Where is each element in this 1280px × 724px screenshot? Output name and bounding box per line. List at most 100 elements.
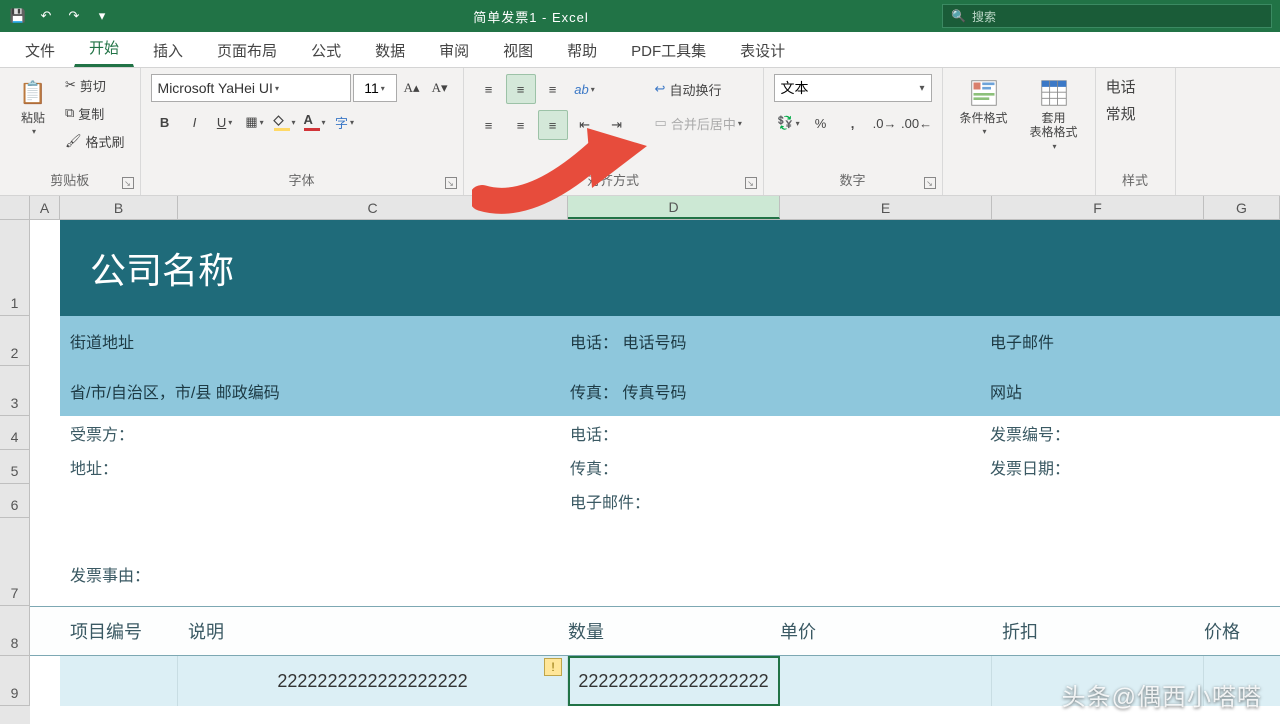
phonetic-button[interactable]: 字 — [331, 108, 359, 136]
tab-view[interactable]: 视图 — [488, 31, 548, 67]
col-D[interactable]: D — [568, 196, 780, 219]
copy-button[interactable]: ⧉复制 — [60, 100, 130, 126]
cell-billaddr[interactable]: 地址： — [60, 455, 570, 479]
merge-center-button[interactable]: ▭合并后居中 — [650, 108, 747, 138]
tab-data[interactable]: 数据 — [360, 31, 420, 67]
tab-file[interactable]: 文件 — [10, 31, 70, 67]
col-C[interactable]: C — [178, 196, 568, 219]
row-5[interactable]: 5 — [0, 450, 30, 484]
worksheet-grid[interactable]: 1 2 3 4 5 6 7 8 9 公司名称 街道地址 电话： 电话号码 电子邮… — [0, 220, 1280, 724]
col-B[interactable]: B — [60, 196, 178, 219]
accounting-format-button[interactable]: 💱 — [774, 108, 804, 138]
align-top-button[interactable]: ≡ — [474, 74, 504, 104]
bold-button[interactable]: B — [151, 108, 179, 136]
cell-tel[interactable]: 电话： 电话号码 — [570, 329, 990, 353]
cell-billto[interactable]: 受票方： — [60, 421, 570, 445]
row-8[interactable]: 8 — [0, 606, 30, 656]
tab-tabledesign[interactable]: 表设计 — [725, 31, 800, 67]
redo-button[interactable]: ↷ — [62, 5, 86, 27]
number-format-combo[interactable]: 文本▾ — [774, 74, 932, 102]
th-qty[interactable]: 数量 — [568, 618, 780, 644]
number-dialog-launcher[interactable]: ↘ — [924, 177, 936, 189]
font-dialog-launcher[interactable]: ↘ — [445, 177, 457, 189]
col-F[interactable]: F — [992, 196, 1204, 219]
row-6[interactable]: 6 — [0, 484, 30, 518]
cell-fax[interactable]: 传真： 传真号码 — [570, 379, 990, 403]
th-desc[interactable]: 说明 — [178, 618, 568, 644]
cell-web[interactable]: 网站 — [990, 379, 1280, 403]
error-indicator-icon[interactable]: ! — [544, 658, 562, 676]
row-9[interactable]: 9 — [0, 656, 30, 706]
row-2[interactable]: 2 — [0, 316, 30, 366]
th-price[interactable]: 价格 — [1204, 618, 1280, 644]
alignment-dialog-launcher[interactable]: ↘ — [745, 177, 757, 189]
font-name-combo[interactable]: Microsoft YaHei UI — [151, 74, 351, 102]
format-painter-button[interactable]: 🖌格式刷 — [60, 128, 130, 154]
th-unit[interactable]: 单价 — [780, 618, 992, 644]
fill-color-button[interactable]: ◇ — [271, 108, 299, 136]
format-as-table-button[interactable]: 套用 表格格式 — [1023, 72, 1085, 156]
cell-D9[interactable]: 2222222222222222222 — [568, 656, 780, 706]
cell-email[interactable]: 电子邮件 — [990, 329, 1280, 353]
col-A[interactable]: A — [30, 196, 60, 219]
grow-font-button[interactable]: A▴ — [399, 75, 425, 101]
row-1[interactable]: 1 — [0, 220, 30, 316]
row-4[interactable]: 4 — [0, 416, 30, 450]
name-ref-b[interactable]: 常规 — [1106, 103, 1136, 124]
cell-dtel[interactable]: 电话： — [570, 421, 990, 445]
th-discount[interactable]: 折扣 — [992, 618, 1204, 644]
tab-pdf[interactable]: PDF工具集 — [616, 31, 721, 67]
cell-E9[interactable] — [780, 656, 992, 706]
italic-button[interactable]: I — [181, 108, 209, 136]
cell-demail[interactable]: 电子邮件： — [570, 489, 990, 513]
decrease-decimal-button[interactable]: .00← — [902, 108, 932, 138]
col-G[interactable]: G — [1204, 196, 1280, 219]
increase-decimal-button[interactable]: .0→ — [870, 108, 900, 138]
comma-format-button[interactable]: , — [838, 108, 868, 138]
conditional-format-button[interactable]: 条件格式 — [953, 72, 1015, 142]
tab-review[interactable]: 审阅 — [424, 31, 484, 67]
undo-button[interactable]: ↶ — [34, 5, 58, 27]
align-left-button[interactable]: ≡ — [474, 110, 504, 140]
tab-help[interactable]: 帮助 — [552, 31, 612, 67]
shrink-font-button[interactable]: A▾ — [427, 75, 453, 101]
th-itemno[interactable]: 项目编号 — [60, 618, 178, 644]
tab-formulas[interactable]: 公式 — [296, 31, 356, 67]
align-right-button[interactable]: ≡ — [538, 110, 568, 140]
search-box[interactable]: 🔍 搜索 — [942, 4, 1272, 28]
cell-region[interactable]: 省/市/自治区，市/县 邮政编码 — [60, 379, 570, 403]
tab-insert[interactable]: 插入 — [138, 31, 198, 67]
align-bottom-button[interactable]: ≡ — [538, 74, 568, 104]
cut-button[interactable]: ✂剪切 — [60, 72, 130, 98]
cell-dfax[interactable]: 传真： — [570, 455, 990, 479]
underline-button[interactable]: U — [211, 108, 239, 136]
cell-B9[interactable] — [60, 656, 178, 706]
qat-more-button[interactable]: ▾ — [90, 5, 114, 27]
increase-indent-button[interactable]: ⇥ — [602, 110, 632, 140]
wrap-text-button[interactable]: ↩自动换行 — [650, 74, 747, 104]
cell-invno[interactable]: 发票编号： — [990, 421, 1280, 445]
border-button[interactable]: ▦ — [241, 108, 269, 136]
cell-invdate[interactable]: 发票日期： — [990, 455, 1280, 479]
tab-home[interactable]: 开始 — [74, 28, 134, 67]
tab-layout[interactable]: 页面布局 — [202, 31, 292, 67]
align-center-button[interactable]: ≡ — [506, 110, 536, 140]
paste-button[interactable]: 📋 粘贴 — [10, 72, 56, 142]
percent-format-button[interactable]: % — [806, 108, 836, 138]
col-E[interactable]: E — [780, 196, 992, 219]
align-middle-button[interactable]: ≡ — [506, 74, 536, 104]
orientation-button[interactable]: ab — [570, 74, 600, 104]
font-size-combo[interactable]: 11 — [353, 74, 397, 102]
cell-C9[interactable]: 2222222222222222222 — [178, 656, 568, 706]
save-button[interactable]: 💾 — [6, 5, 30, 27]
name-ref-a[interactable]: 电话 — [1106, 76, 1136, 97]
cell-street[interactable]: 街道地址 — [60, 329, 570, 353]
company-banner[interactable]: 公司名称 — [60, 220, 1280, 316]
select-all-corner[interactable] — [0, 196, 30, 219]
clipboard-dialog-launcher[interactable]: ↘ — [122, 177, 134, 189]
row-3[interactable]: 3 — [0, 366, 30, 416]
cell-reason[interactable]: 发票事由： — [60, 562, 570, 586]
decrease-indent-button[interactable]: ⇤ — [570, 110, 600, 140]
font-color-button[interactable]: A — [301, 108, 329, 136]
row-7[interactable]: 7 — [0, 518, 30, 606]
